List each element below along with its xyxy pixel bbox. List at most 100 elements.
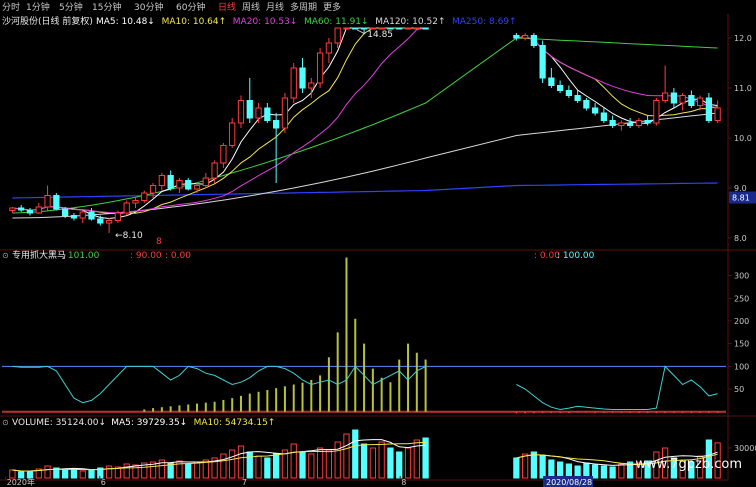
stock-chart[interactable]: 分时 1分钟 5分钟 15分钟 30分钟 60分钟 日线 周线 月线 多周期 更多沙河股份(日线 前… <box>0 0 756 487</box>
volume-bar-s1-2 <box>26 470 34 479</box>
x-axis-label-2: 7 <box>242 478 247 487</box>
volume-bar-s2-0 <box>513 457 520 479</box>
ma20-line-seg1 <box>12 27 426 214</box>
period-tab-7[interactable]: 周线 <box>242 1 260 13</box>
indicator-value-1: : 90.00 <box>130 251 162 261</box>
volume-bar-s2-11 <box>609 466 616 479</box>
volume-bar-s1-26 <box>237 445 245 479</box>
candle-body-s1-9 <box>88 211 95 220</box>
candle-body-s1-24 <box>220 145 227 164</box>
candle-body-s1-47 <box>422 27 429 30</box>
candle-body-s1-22 <box>202 177 209 186</box>
volume-bar-s1-30 <box>273 453 280 479</box>
volume-settings-icon: ⊙ <box>2 418 9 427</box>
volume-bar-s1-43 <box>387 447 394 479</box>
candle-body-s2-5 <box>557 85 564 91</box>
period-tab-9[interactable]: 多周期 <box>290 1 317 13</box>
candle-body-s1-38 <box>343 27 350 30</box>
period-tab-10[interactable]: 更多 <box>323 1 341 13</box>
volume-bar-s1-34 <box>308 453 315 479</box>
candle-body-s2-7 <box>574 95 581 101</box>
volume-bar-s1-6 <box>62 469 69 479</box>
volume-bar-s2-8 <box>583 462 590 479</box>
candle-body-s1-31 <box>281 97 289 129</box>
volume-bar-s1-27 <box>246 451 253 479</box>
vol-tick-label-0: 30000 <box>734 444 756 453</box>
volume-bar-s1-7 <box>70 468 78 479</box>
candle-body-s1-11 <box>105 220 113 224</box>
candle-body-s2-18 <box>670 92 677 104</box>
candle-body-s2-22 <box>705 97 712 121</box>
candle-body-s1-2 <box>26 209 34 214</box>
ind-tick-label-3: 150 <box>734 340 749 349</box>
candle-body-s2-3 <box>539 45 546 79</box>
volume-bar-s1-13 <box>123 463 130 479</box>
period-tab-1[interactable]: 1分钟 <box>26 1 50 13</box>
candle-body-s2-21 <box>697 97 704 106</box>
candle-body-s2-1 <box>522 35 529 39</box>
x-axis-label-0: 2020年 <box>7 477 35 487</box>
candle-body-s1-18 <box>167 175 174 189</box>
volume-bar-s1-28 <box>255 455 262 479</box>
candle-body-s1-17 <box>158 175 165 186</box>
candle-body-s1-37 <box>334 27 341 44</box>
period-tab-3[interactable]: 15分钟 <box>92 1 121 13</box>
x-axis-label-4: 2020/08/28 <box>546 478 592 487</box>
ind-tick-label-2: 200 <box>734 317 749 326</box>
ma-label-ma120: MA120: 10.52↑ <box>375 17 445 27</box>
candle-body-s2-13 <box>627 122 634 126</box>
volume-bar-s1-24 <box>220 453 227 479</box>
volume-bar-s1-45 <box>404 447 412 479</box>
candle-body-s1-29 <box>264 107 271 121</box>
volume-bar-s1-21 <box>193 461 201 479</box>
indicator-value-0: : 101.00 <box>62 251 100 261</box>
indicator-settings-icon: ⊙ <box>2 251 9 260</box>
ma5-line-seg2 <box>516 36 718 125</box>
period-tab-6[interactable]: 日线 <box>218 1 236 13</box>
volume-bar-s1-42 <box>378 441 385 479</box>
candle-body-s1-32 <box>290 67 297 99</box>
chart-title: 沙河股份(日线 前复权) <box>2 15 93 27</box>
ma10-line-seg2 <box>516 36 718 117</box>
volume-bar-s1-20 <box>185 463 192 479</box>
ind-tick-label-0: 300 <box>734 272 749 281</box>
candle-body-s1-28 <box>255 107 262 119</box>
volume-bar-s2-4 <box>548 459 555 479</box>
volume-bar-s1-0 <box>9 469 16 479</box>
candle-body-s1-39 <box>352 27 359 30</box>
volume-bar-s1-32 <box>290 443 297 479</box>
volume-bar-s1-8 <box>79 470 86 479</box>
candle-body-s1-25 <box>229 122 236 146</box>
low-annotation: ←8.10 <box>115 231 143 241</box>
candle-body-s1-15 <box>141 192 148 201</box>
candle-body-s2-10 <box>600 112 607 121</box>
volume-label-ma5: MA5: 39729.35↓ <box>111 418 187 428</box>
volume-bar-s1-37 <box>334 441 341 479</box>
period-tab-2[interactable]: 5分钟 <box>59 1 83 13</box>
candle-body-s1-20 <box>185 180 192 190</box>
candle-body-s1-7 <box>70 215 78 219</box>
volume-bar-s1-14 <box>132 464 139 479</box>
period-tab-4[interactable]: 30分钟 <box>134 1 163 13</box>
candle-body-s1-4 <box>44 195 51 208</box>
candle-body-s2-23 <box>714 107 721 121</box>
candle-body-s1-6 <box>62 208 69 216</box>
period-tab-5[interactable]: 60分钟 <box>176 1 205 13</box>
candle-body-s1-10 <box>97 218 104 224</box>
candle-body-s1-12 <box>114 212 122 221</box>
candle-body-s1-3 <box>35 206 42 214</box>
candle-body-s1-8 <box>79 211 86 219</box>
period-tab-0[interactable]: 分时 <box>2 1 20 13</box>
candle-body-s1-45 <box>404 27 412 30</box>
volume-bar-s1-25 <box>229 449 236 479</box>
candle-body-s1-30 <box>273 120 280 129</box>
indicator-value-2: : 0.00 <box>165 251 191 261</box>
ma20-line-seg2 <box>516 36 718 109</box>
high-annotation: 14.85 <box>367 30 393 40</box>
price-tick-label-1: 11.0 <box>734 84 752 93</box>
period-tab-8[interactable]: 月线 <box>266 1 284 13</box>
candle-body-s1-27 <box>246 100 253 119</box>
ma120-line <box>12 112 718 219</box>
candle-body-s1-40 <box>360 27 368 30</box>
candle-body-s2-8 <box>583 100 590 109</box>
